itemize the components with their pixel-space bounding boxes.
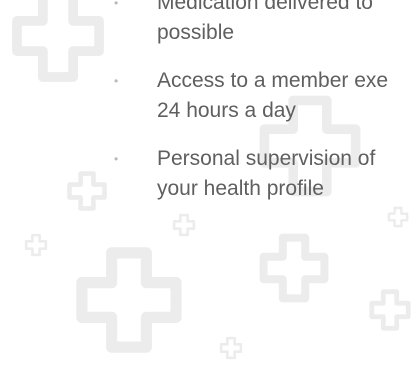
page: { "benefits": [ { "lines": ["Medication … (0, 0, 411, 365)
medical-cross-icon (67, 171, 107, 211)
medical-cross-icon (369, 289, 411, 331)
list-item: • Personal supervision of your health pr… (114, 144, 411, 204)
benefit-line: 24 hours a day (157, 99, 296, 122)
benefits-list: • Medication delivered to possible • Acc… (114, 0, 411, 222)
list-item: • Access to a member exe 24 hours a day (114, 66, 411, 126)
bullet-icon: • (114, 152, 119, 166)
bullet-icon: • (114, 0, 119, 10)
benefit-line: Medication delivered to (157, 0, 373, 14)
benefit-line: Personal supervision of (157, 147, 376, 170)
bullet-icon: • (114, 74, 119, 88)
medical-cross-icon (24, 233, 48, 257)
benefit-line: possible (157, 21, 235, 44)
medical-cross-icon (219, 336, 243, 360)
medical-cross-icon (259, 233, 329, 303)
list-item: • Medication delivered to possible (114, 0, 411, 48)
benefit-line: your health profile (157, 177, 324, 200)
benefit-line: Access to a member exe (157, 69, 389, 92)
medical-cross-icon (12, 0, 104, 82)
medical-cross-icon (76, 247, 182, 353)
